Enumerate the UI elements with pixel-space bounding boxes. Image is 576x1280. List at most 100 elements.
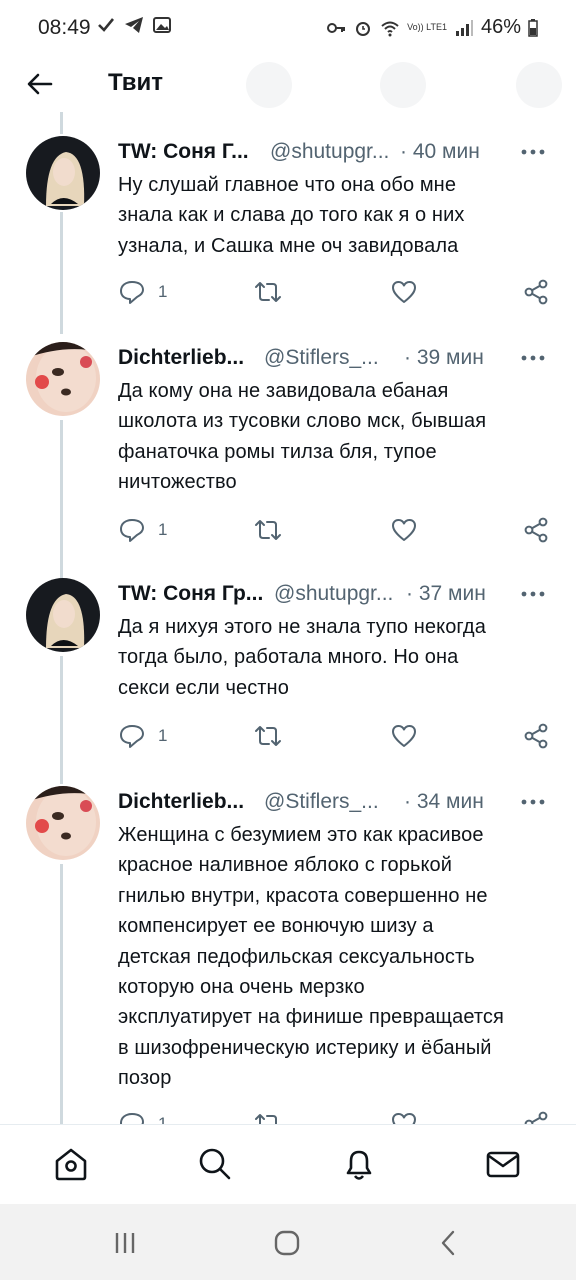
reply-button[interactable]: 1 [118,1110,167,1124]
retweet-icon [255,1114,277,1124]
reply-count: 1 [158,282,168,301]
tweet-text: Да кому она не завидовала ебаная школота… [118,376,558,498]
avatar[interactable] [26,136,100,210]
avatar-image [26,342,100,416]
notifications-icon[interactable] [340,1145,378,1183]
tweet-text: Да я нихуя этого не знала тупо некогда т… [118,612,558,703]
thread-line [60,864,63,1126]
retweet-icon [255,520,281,540]
share-button[interactable] [522,278,550,306]
reply-button[interactable]: 1 [118,722,167,750]
like-button[interactable] [390,722,418,750]
home-icon[interactable] [52,1145,90,1183]
avatar-image [26,136,100,210]
retweet-button[interactable] [254,516,282,544]
more-icon[interactable] [518,138,548,166]
like-button[interactable] [390,278,418,306]
alarm-icon [356,21,371,36]
faded-icon [380,62,426,108]
gallery-icon [153,17,171,33]
like-button[interactable] [390,1110,418,1124]
home-button-icon[interactable] [272,1228,302,1258]
reply-icon [120,281,144,304]
search-icon[interactable] [196,1145,234,1183]
tweet-text-line: в шизофреническую истерику и ёбаный [118,1036,492,1059]
telegram-icon [125,17,143,33]
tweet-text-line: школота из тусовки слово мск, бывшая [118,410,487,433]
retweet-button[interactable] [254,722,282,750]
tweet-text-line: узнала, и Сашка мне оч завидовала [118,234,459,257]
tweet-text-line: компенсирует ее вонючую шизу а [118,915,434,938]
key-icon [327,22,346,33]
user-handle[interactable]: @shutupgr... [274,582,398,606]
tweet-time: · 40 мин [400,140,480,163]
retweet-button[interactable] [254,278,282,306]
avatar[interactable] [26,786,100,860]
status-time: 08:49 [38,16,91,39]
battery-icon [528,18,538,37]
more-icon[interactable] [518,788,548,816]
like-icon [392,725,416,747]
tweet-text-line: эксплуатирует на финише превращается [118,1006,504,1029]
user-handle[interactable]: @Stiflers_... [264,790,392,814]
tweet-text-line: знала как и слава до того как я о них [118,204,465,227]
back-arrow-icon[interactable] [24,68,56,100]
thread-line [60,212,63,334]
share-button[interactable] [522,516,550,544]
reply-icon [120,519,144,542]
avatar-image [26,578,100,652]
more-icon[interactable] [518,580,548,608]
wifi-icon [381,21,399,36]
avatar[interactable] [26,578,100,652]
retweet-icon [255,282,281,302]
tweet-time: · 34 мин [404,790,484,813]
reply-button[interactable]: 1 [118,516,167,544]
like-button[interactable] [390,516,418,544]
retweet-button[interactable] [254,1110,282,1124]
tweet-text-line: Да я нихуя этого не знала тупо некогда [118,616,486,638]
share-icon [524,517,548,543]
reply-count: 1 [158,1114,168,1124]
user-handle[interactable]: @Stiflers_... [264,346,392,370]
display-name[interactable]: Dichterlieb... [118,346,256,370]
tweet-text-line: ничтожество [118,471,237,494]
share-icon [524,1111,548,1124]
status-right: Vo)) LTE1 46% [326,16,538,39]
faded-icon [246,62,292,108]
display-name[interactable]: TW: Соня Гр... [118,582,268,606]
avatar-image [26,786,100,860]
reply-icon [120,1113,144,1124]
thread-line [60,420,63,578]
tweet-text-line: тогда было, работала много. Но она [118,646,459,669]
share-button[interactable] [522,722,550,750]
share-icon [524,723,548,749]
share-button[interactable] [522,1110,550,1124]
tweet-text: Женщина с безумием это как красивое крас… [118,820,558,1094]
display-name[interactable]: Dichterlieb... [118,790,256,814]
status-bar: 08:49 Vo)) LTE1 46% [0,0,576,56]
check-heart-icon [98,18,115,32]
bottom-nav [0,1124,576,1204]
network-label: Vo)) LTE1 [407,22,447,32]
tweet-actions: 1 [118,278,558,308]
avatar[interactable] [26,342,100,416]
user-handle[interactable]: @shutupgr... [270,140,394,164]
tweet-time: · 37 мин [406,582,486,605]
back-button-icon[interactable] [434,1228,464,1258]
reply-button[interactable]: 1 [118,278,167,306]
reply-count: 1 [158,726,168,745]
display-name[interactable]: TW: Соня Г... [118,140,258,164]
retweet-icon [255,726,281,746]
battery-percent: 46% [480,16,521,38]
messages-icon[interactable] [484,1145,522,1183]
tweet-text-line: которую она очень мерзко [118,976,365,999]
app-header: Твит [0,56,576,114]
thread-line [60,656,63,784]
more-icon[interactable] [518,344,548,372]
recent-apps-icon[interactable] [110,1228,140,1258]
thread-line [60,112,63,134]
tweet-text: Ну слушай главное что она обо мне знала … [118,170,558,261]
like-icon [392,1113,416,1124]
tweet-text-line: фанаточка ромы тилза бля, тупое [118,440,437,463]
faded-icon [516,62,562,108]
